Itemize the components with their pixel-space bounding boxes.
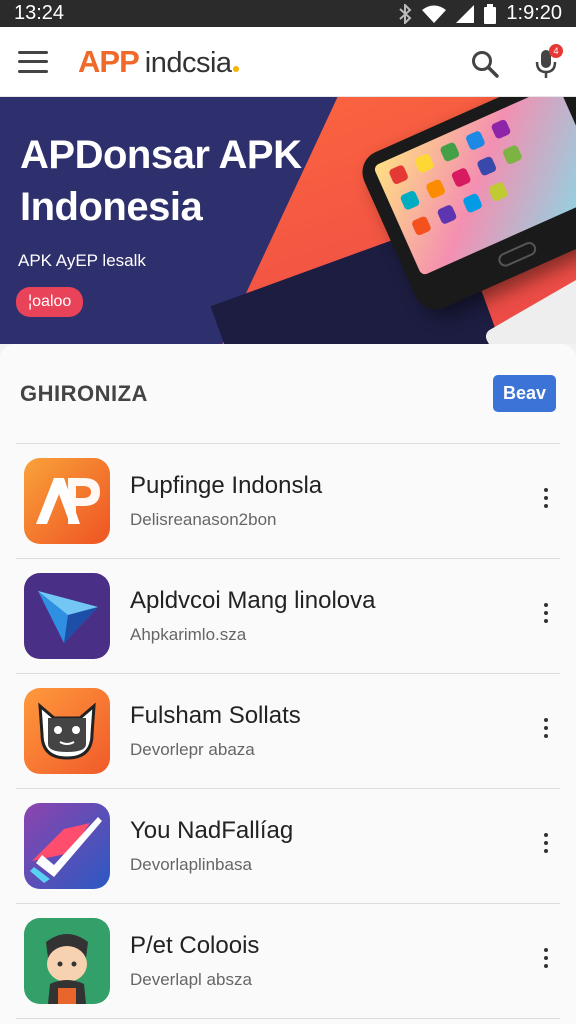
- app-name: Fulsham Sollats: [130, 702, 301, 729]
- battery-icon: [484, 3, 497, 24]
- list-item[interactable]: Apldvcoi Mang linolova Ahpkarimlo.sza: [16, 559, 560, 674]
- app-icon-character: [24, 918, 110, 1004]
- section-action-button[interactable]: Beav: [492, 375, 556, 412]
- app-logo[interactable]: APP indcsia: [78, 44, 239, 80]
- hamburger-icon[interactable]: [18, 50, 48, 73]
- logo-dot: [232, 65, 239, 72]
- list-item[interactable]: Pupfinge Indonsla Delisreanason2bon: [16, 444, 560, 559]
- list-item[interactable]: Fulsham Sollats Devorlepr abaza: [16, 674, 560, 789]
- app-developer: Devorlepr abaza: [130, 740, 255, 759]
- status-time-left: 13:24: [14, 2, 65, 24]
- app-developer: Deverlapl absza: [130, 970, 252, 989]
- banner-title-line2: Indonesia: [20, 185, 203, 229]
- app-list: Pupfinge Indonsla Delisreanason2bon Apld…: [16, 444, 560, 1019]
- banner-subtitle: APK AyEP lesalk: [18, 251, 146, 270]
- hero-banner[interactable]: APDonsar APK Indonesia APK AyEP lesalk ¦…: [0, 97, 576, 344]
- app-developer: Ahpkarimlo.sza: [130, 625, 247, 644]
- app-name: P/et Coloois: [130, 932, 260, 959]
- banner-button[interactable]: ¦oaloo: [16, 287, 84, 317]
- section-title: GHIRONIZA: [20, 380, 148, 406]
- app-bar: APP indcsia 4: [0, 27, 576, 97]
- section-header: GHIRONIZA Beav: [16, 344, 560, 444]
- phone-home-button: [496, 239, 539, 269]
- list-item[interactable]: You NadFallíag Devorlaplinbasa: [16, 789, 560, 904]
- banner-title-line1: APDonsar APK: [20, 133, 302, 177]
- wifi-icon: [422, 5, 447, 23]
- app-developer: Devorlaplinbasa: [130, 855, 252, 874]
- signal-icon: [456, 4, 475, 23]
- app-icon-cat-character: [24, 688, 110, 774]
- app-icon-ap-logo: [24, 458, 110, 544]
- app-icon-play-triangle: [24, 573, 110, 659]
- search-icon[interactable]: [470, 49, 500, 79]
- app-list-card: GHIRONIZA Beav Pupfinge Indonsla Delisre…: [0, 344, 576, 1024]
- banner-title: APDonsar APK Indonesia: [20, 129, 302, 233]
- list-item[interactable]: P/et Coloois Deverlapl absza: [16, 904, 560, 1019]
- bluetooth-icon: [399, 3, 412, 24]
- app-developer: Delisreanason2bon: [130, 510, 277, 529]
- status-icons: 1:9:20: [398, 2, 562, 25]
- app-icon-play-check: [24, 803, 110, 889]
- status-bar: 13:24 1:9:20: [0, 0, 576, 27]
- more-options-icon[interactable]: [544, 948, 550, 968]
- more-options-icon[interactable]: [544, 718, 550, 738]
- more-options-icon[interactable]: [544, 603, 550, 623]
- notification-badge: 4: [549, 44, 563, 58]
- logo-brand-text: indcsia: [144, 46, 232, 79]
- status-time-right: 1:9:20: [506, 2, 562, 24]
- app-name: You NadFallíag: [130, 817, 294, 844]
- logo-app-text: APP: [78, 43, 140, 79]
- more-options-icon[interactable]: [544, 833, 550, 853]
- more-options-icon[interactable]: [544, 488, 550, 508]
- app-name: Pupfinge Indonsla: [130, 472, 323, 499]
- microphone-button[interactable]: 4: [533, 44, 563, 80]
- app-name: Apldvcoi Mang linolova: [130, 587, 376, 614]
